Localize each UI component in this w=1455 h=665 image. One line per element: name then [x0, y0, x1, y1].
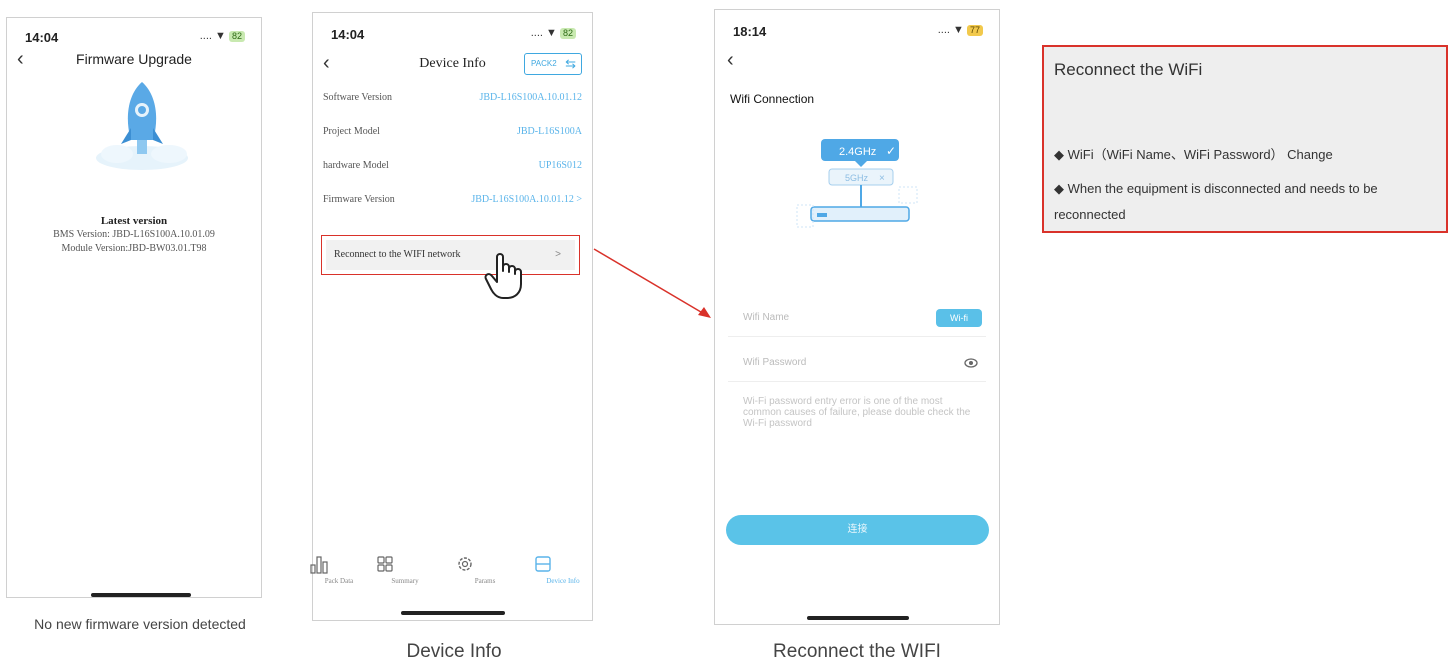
reconnect-highlight: Reconnect to the WIFI network > — [321, 235, 580, 275]
wifi-connection-screen: 18:14 .... ▼ 77 ‹ Wifi Connection 2.4GHz… — [714, 9, 1000, 625]
info-row-hardware-model: hardware Model UP16S012 — [323, 151, 582, 181]
tab-label: Params — [474, 577, 496, 585]
status-icons: .... ▼ 77 — [938, 24, 983, 36]
flow-arrow — [593, 248, 711, 318]
info-row-software: Software Version JBD-L16S100A.10.01.12 — [323, 83, 582, 113]
home-indicator — [91, 593, 191, 597]
notes-heading: Reconnect the WiFi — [1054, 60, 1203, 79]
info-row-project-model: Project Model JBD-L16S100A — [323, 117, 582, 147]
password-hint: Wi-Fi password entry error is one of the… — [743, 396, 971, 429]
module-version: Module Version:JBD-BW03.01.T98 — [61, 243, 207, 254]
device-info-icon — [535, 556, 551, 572]
switch-icon: ⇆ — [565, 56, 576, 71]
info-value: JBD-L16S100A.10.01.12 — [479, 92, 582, 103]
status-bar: 18:14 .... ▼ 77 — [727, 22, 987, 42]
pack-label: PACK2 — [531, 59, 557, 68]
status-time: 14:04 — [331, 27, 365, 42]
grid-icon — [377, 556, 393, 572]
svg-text:×: × — [879, 173, 885, 184]
status-icons: .... ▼ 82 — [200, 30, 245, 42]
page-title: Firmware Upgrade — [76, 51, 192, 67]
battery-icon: 82 — [559, 28, 576, 39]
info-label: Project Model — [323, 126, 380, 137]
wifi-select-button[interactable]: Wi-fi — [936, 309, 982, 327]
reconnect-label: Reconnect to the WIFI network — [334, 249, 461, 260]
pack-selector-button[interactable]: PACK2 ⇆ — [524, 53, 582, 75]
gear-icon — [458, 557, 472, 571]
wifi-icon: ▼ — [215, 30, 226, 42]
battery-icon: 77 — [966, 25, 983, 36]
bms-version: BMS Version: JBD-L16S100A.10.01.09 — [53, 229, 215, 240]
tab-label: Summary — [391, 577, 419, 585]
reconnect-wifi-button[interactable]: Reconnect to the WIFI network > — [326, 240, 575, 270]
rocket-illustration — [96, 82, 188, 170]
status-bar: 14:04 .... ▼ 82 — [325, 25, 580, 45]
home-indicator — [401, 611, 505, 615]
status-time: 14:04 — [25, 30, 59, 45]
signal-indicator: .... — [199, 30, 212, 42]
tab-pack-data[interactable]: Pack Data — [309, 551, 369, 585]
home-indicator — [807, 616, 909, 620]
info-row-firmware-version[interactable]: Firmware Version JBD-L16S100A.10.01.12 > — [323, 185, 582, 215]
wifi-icon: ▼ — [546, 27, 557, 39]
page-title: Wifi Connection — [730, 92, 815, 106]
chevron-right-icon: > — [555, 249, 561, 260]
device-info-screen: 14:04 .... ▼ 82 ‹ Device Info PACK2 ⇆ So… — [310, 12, 593, 621]
signal-indicator: .... — [530, 27, 543, 39]
caption-firmware: No new firmware version detected — [34, 616, 246, 632]
wifi-password-placeholder: Wifi Password — [743, 357, 807, 368]
notes-item: ◆ WiFi（WiFi Name、WiFi Password） Change — [1054, 147, 1333, 162]
battery-icon: 82 — [228, 31, 245, 42]
firmware-upgrade-screen: 14:04 .... ▼ 82 ‹ Firmware Upgrade Lates… — [6, 17, 262, 598]
wifi-name-field[interactable]: Wifi Name Wi-fi — [728, 299, 986, 337]
tab-summary[interactable]: Summary — [375, 551, 435, 585]
status-time: 18:14 — [733, 24, 767, 39]
wifi-name-placeholder: Wifi Name — [743, 312, 790, 323]
info-label: Software Version — [323, 92, 392, 103]
signal-indicator: .... — [937, 24, 950, 36]
back-chevron-icon[interactable]: ‹ — [727, 50, 734, 70]
band-secondary: 5GHz — [845, 173, 869, 183]
router-illustration: 2.4GHz ✓ 5GHz × — [796, 139, 918, 228]
status-bar: 14:04 .... ▼ 82 — [19, 28, 249, 48]
tab-params[interactable]: Params — [455, 551, 515, 585]
info-label: hardware Model — [323, 160, 389, 171]
tab-label: Pack Data — [324, 577, 354, 585]
pointer-hand-icon — [484, 253, 522, 299]
info-value: JBD-L16S100A — [516, 126, 582, 137]
latest-version-heading: Latest version — [100, 215, 168, 227]
notes-item: ◆ When the equipment is disconnected and… — [1054, 181, 1378, 222]
caption-reconnect: Reconnect the WIFI — [773, 641, 941, 662]
latest-version-block: Latest version BMS Version: JBD-L16S100A… — [7, 214, 261, 256]
wifi-password-field[interactable]: Wifi Password — [728, 344, 986, 382]
bottom-tab-bar: Pack Data Summary Params Device Info — [310, 551, 593, 599]
band-primary: 2.4GHz — [839, 146, 876, 158]
eye-icon[interactable] — [964, 357, 978, 369]
tab-device-info[interactable]: Device Info — [533, 551, 593, 585]
caption-device-info: Device Info — [406, 641, 502, 662]
info-label: Firmware Version — [323, 194, 395, 205]
status-icons: .... ▼ 82 — [531, 27, 576, 39]
connect-button[interactable]: 连接 — [726, 515, 989, 545]
svg-text:✓: ✓ — [886, 144, 896, 158]
wifi-icon: ▼ — [953, 24, 964, 36]
reconnect-notes-box: Reconnect the WiFi ◆ WiFi（WiFi Name、WiFi… — [1042, 45, 1448, 233]
info-value: UP16S012 — [538, 160, 582, 171]
tab-label: Device Info — [546, 577, 580, 585]
bar-chart-icon — [310, 556, 328, 574]
info-value: JBD-L16S100A.10.01.12 > — [471, 194, 582, 205]
